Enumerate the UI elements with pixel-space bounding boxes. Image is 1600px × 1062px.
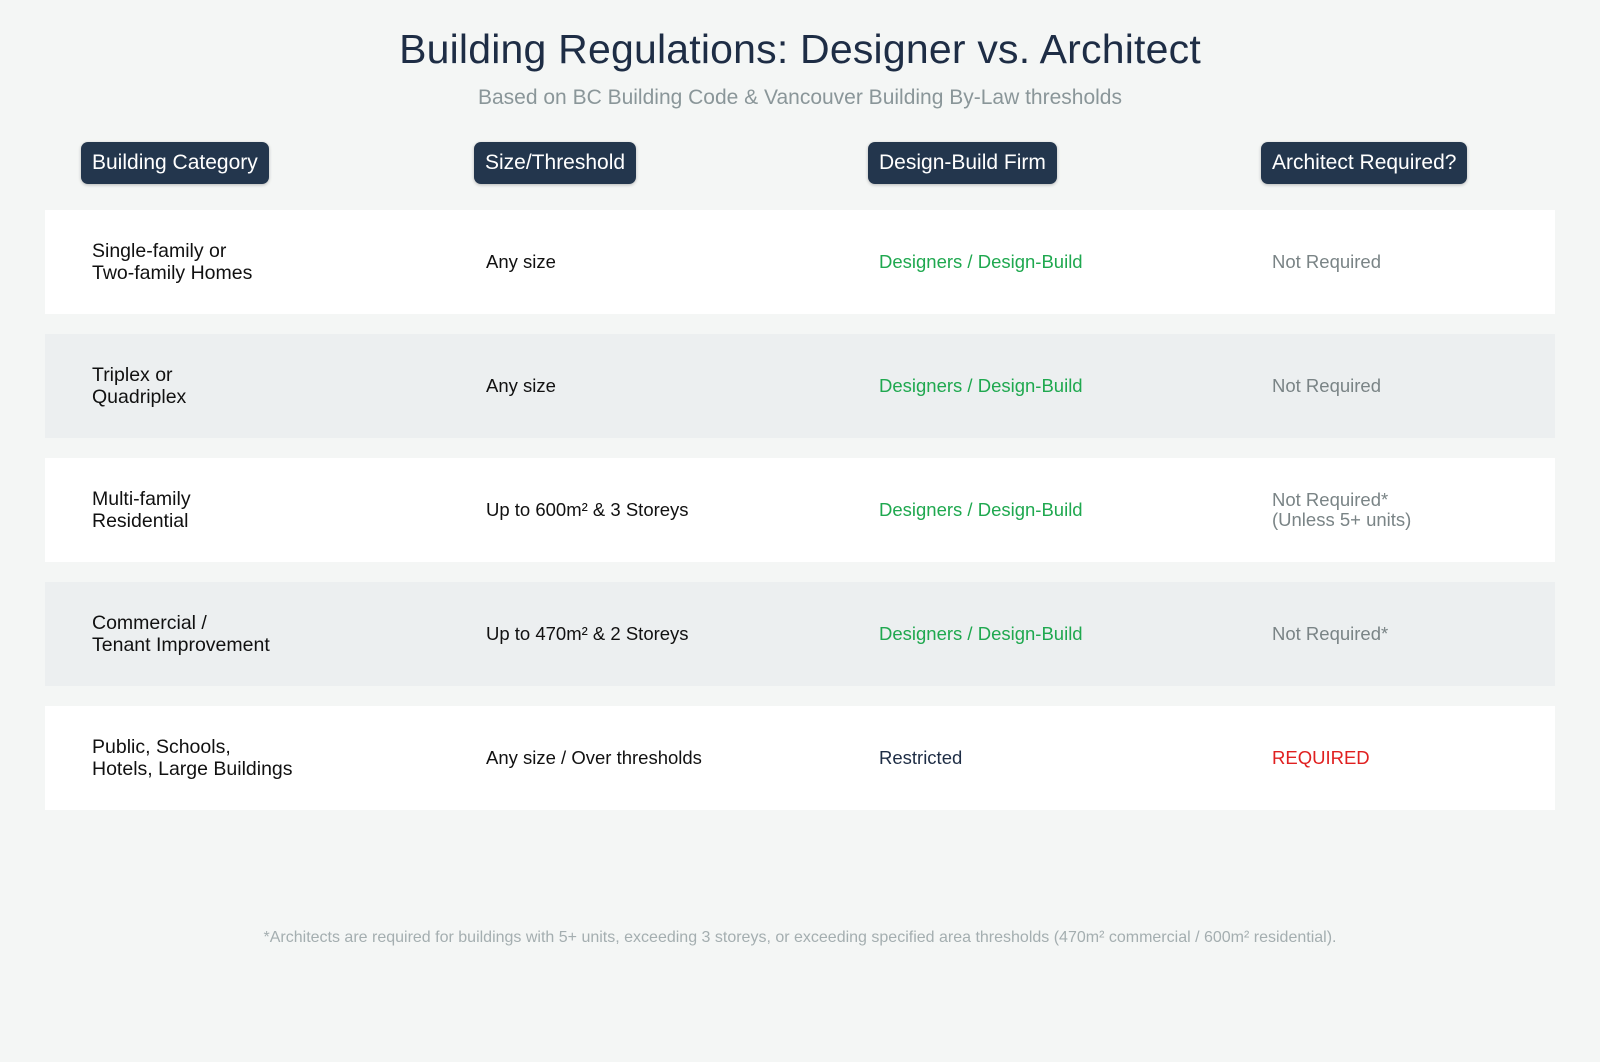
size-cell: Any size / Over thresholds (486, 747, 702, 768)
architect-status: REQUIRED (1272, 747, 1370, 768)
category-line: Two-family Homes (92, 262, 253, 284)
architect-cell: Not Required* (Unless 5+ units) (1272, 458, 1552, 562)
header-design-build-firm: Design-Build Firm (868, 142, 1057, 184)
footnote: *Architects are required for buildings w… (263, 929, 1337, 946)
firm-cell: Designers / Design-Build (879, 375, 1083, 396)
page-subtitle: Based on BC Building Code & Vancouver Bu… (478, 86, 1122, 109)
table-row: Public, Schools, Hotels, Large Buildings… (45, 706, 1555, 810)
architect-cell: REQUIRED (1272, 706, 1552, 810)
header-size-threshold: Size/Threshold (474, 142, 637, 184)
architect-cell: Not Required* (1272, 582, 1552, 686)
category-line: Hotels, Large Buildings (92, 758, 293, 780)
table-body: Single-family or Two-family Homes Any si… (45, 210, 1555, 830)
category-line: Public, Schools, (92, 736, 231, 758)
table-row: Triplex or Quadriplex Any size Designers… (45, 334, 1555, 438)
size-cell: Any size (486, 375, 556, 396)
category-line: Triplex or (92, 364, 173, 386)
header-building-category: Building Category (81, 142, 269, 184)
firm-cell: Restricted (879, 747, 963, 768)
table-row: Multi-family Residential Up to 600m² & 3… (45, 458, 1555, 562)
category-line: Commercial / (92, 612, 207, 634)
size-cell: Up to 600m² & 3 Storeys (486, 499, 689, 520)
architect-cell: Not Required (1272, 334, 1552, 438)
firm-cell: Designers / Design-Build (879, 499, 1083, 520)
table-row: Commercial / Tenant Improvement Up to 47… (45, 582, 1555, 686)
category-cell: Triplex or Quadriplex (92, 334, 452, 438)
table-header: Building Category Size/Threshold Design-… (0, 142, 1600, 186)
architect-status: Not Required (1272, 251, 1382, 272)
category-cell: Public, Schools, Hotels, Large Buildings (92, 706, 452, 810)
header-architect-required: Architect Required? (1261, 142, 1468, 184)
architect-condition: (Unless 5+ units) (1272, 509, 1412, 530)
architect-status: Not Required (1272, 375, 1382, 396)
category-line: Multi-family (92, 488, 191, 510)
architect-status: Not Required* (1272, 623, 1389, 644)
category-line: Residential (92, 510, 189, 532)
table-row: Single-family or Two-family Homes Any si… (45, 210, 1555, 314)
firm-cell: Designers / Design-Build (879, 623, 1083, 644)
category-cell: Multi-family Residential (92, 458, 452, 562)
category-line: Single-family or (92, 240, 227, 262)
size-cell: Up to 470m² & 2 Storeys (486, 623, 689, 644)
size-cell: Any size (486, 251, 556, 272)
category-line: Tenant Improvement (92, 634, 270, 656)
firm-cell: Designers / Design-Build (879, 251, 1083, 272)
category-line: Quadriplex (92, 386, 187, 408)
category-cell: Commercial / Tenant Improvement (92, 582, 452, 686)
category-cell: Single-family or Two-family Homes (92, 210, 452, 314)
architect-status: Not Required* (1272, 489, 1389, 510)
architect-cell: Not Required (1272, 210, 1552, 314)
page-title: Building Regulations: Designer vs. Archi… (399, 26, 1201, 72)
